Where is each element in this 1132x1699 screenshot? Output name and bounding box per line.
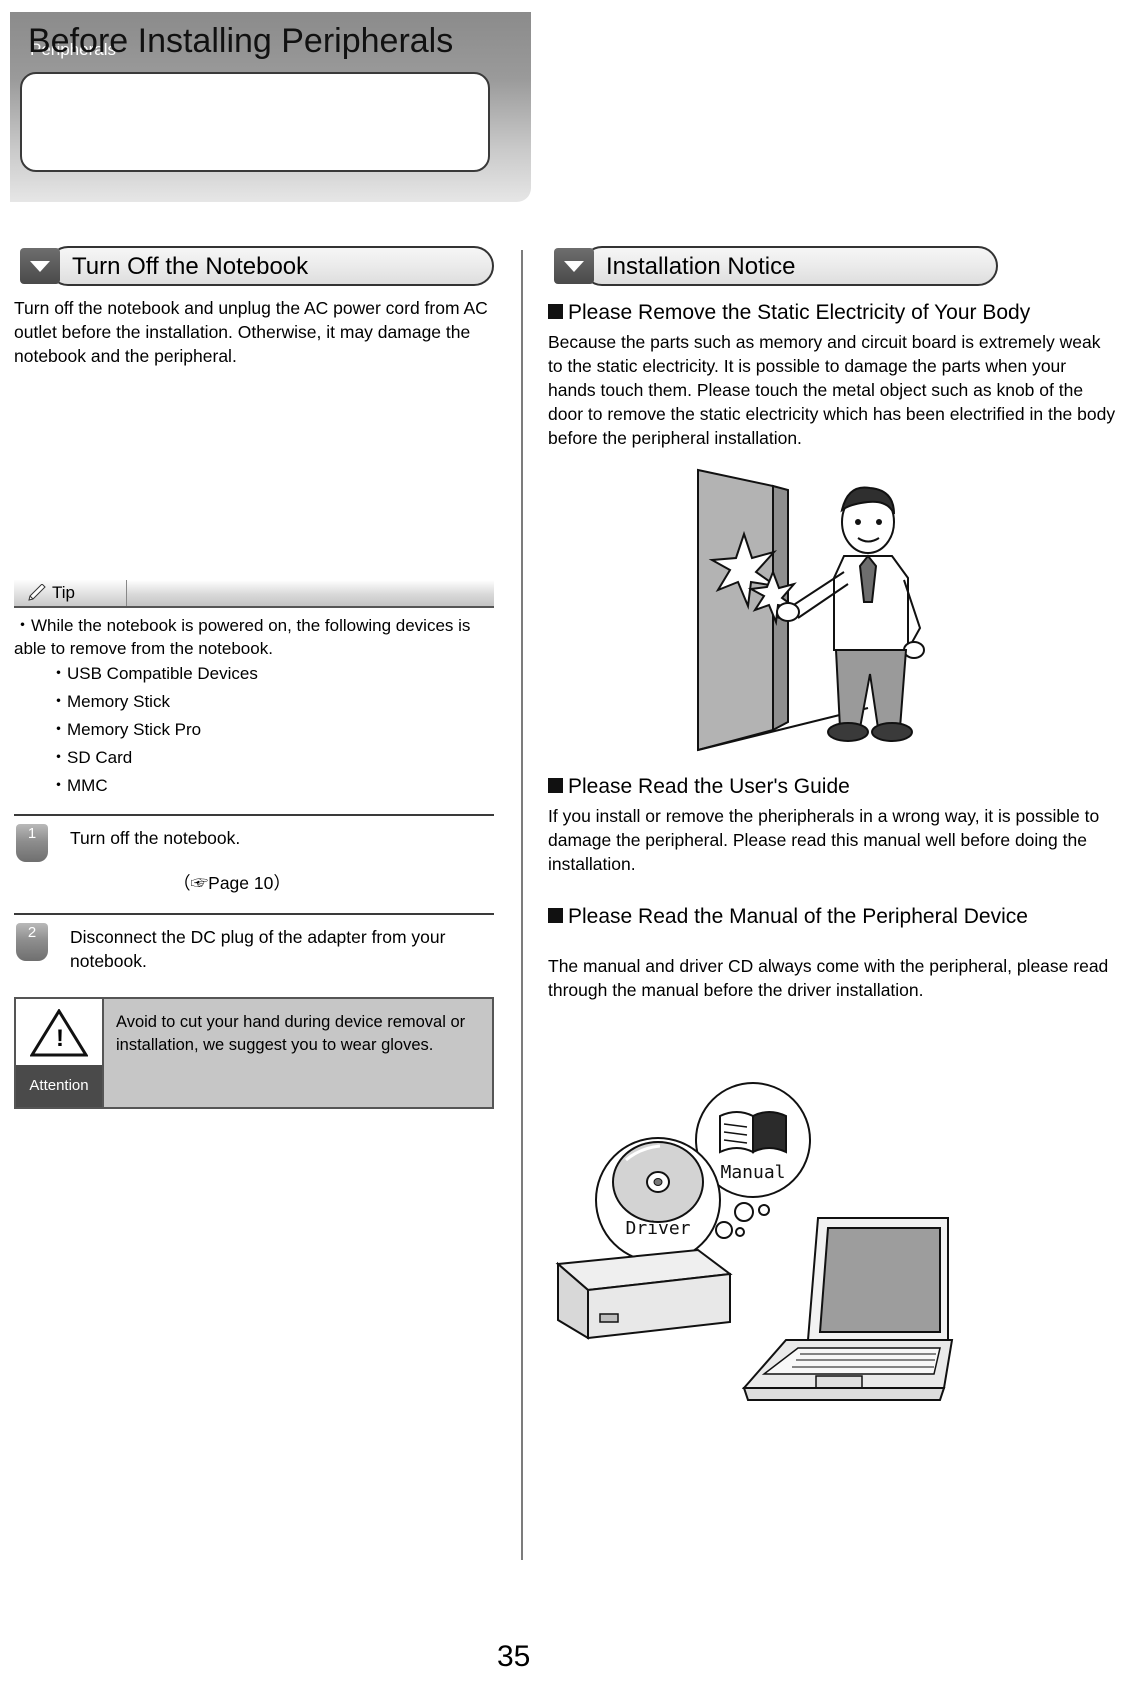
step-page-reference: （☞Page 10） (173, 873, 291, 893)
tip-main-line: ・While the notebook is powered on, the f… (14, 616, 471, 658)
list-item: ・USB Compatible Devices (50, 664, 258, 683)
step-text: Disconnect the DC plug of the adapter fr… (70, 927, 446, 971)
column-divider (521, 250, 523, 1560)
page-number: 35 (497, 1640, 531, 1673)
tip-device-list: ・USB Compatible Devices ・Memory Stick ・M… (14, 660, 494, 800)
bullet-square-icon (548, 304, 563, 319)
list-item: ・Memory Stick Pro (50, 720, 202, 739)
section-title-left: Turn Off the Notebook (72, 253, 309, 280)
section-header-installation-notice: Installation Notice (548, 246, 1118, 286)
subheading-text: Please Read the User's Guide (568, 775, 850, 798)
triangle-down-icon (554, 248, 594, 284)
static-discharge-illustration (697, 468, 925, 752)
subheading-text: Please Read the Manual of the Peripheral… (568, 905, 1028, 928)
left-column: Turn Off the Notebook Turn off the noteb… (14, 246, 494, 1109)
page-title: Before Installing Peripherals (28, 22, 454, 60)
subheading-peripheral-manual: Please Read the Manual of the Peripheral… (548, 904, 1118, 930)
tip-block: Tip ・While the notebook is powered on, t… (14, 580, 494, 800)
list-item: ・SD Card (50, 748, 133, 767)
subheading-text: Please Remove the Static Electricity of … (568, 301, 1031, 324)
svg-text:Manual: Manual (720, 1162, 785, 1183)
figure-driver-manual-devices: Manual Driver (548, 1082, 1118, 1412)
attention-box: ! Attention Avoid to cut your hand durin… (14, 997, 494, 1109)
attention-label: Attention (16, 1065, 102, 1107)
step-number-badge: 2 (16, 923, 48, 961)
section-header-turn-off: Turn Off the Notebook (14, 246, 494, 286)
step-text: Turn off the notebook. (70, 828, 241, 848)
step-1: 1 Turn off the notebook. （☞Page 10） (14, 816, 494, 899)
svg-text:Driver: Driver (625, 1218, 690, 1239)
list-item: ・Memory Stick (50, 692, 170, 711)
devices-illustration: Manual Driver (555, 1082, 954, 1401)
step-number-badge: 1 (16, 824, 48, 862)
tip-bar: Tip (14, 580, 494, 608)
subheading-static-electricity: Please Remove the Static Electricity of … (548, 300, 1118, 326)
triangle-down-icon (20, 248, 60, 284)
section-title-right: Installation Notice (606, 253, 796, 280)
list-item: ・MMC (50, 776, 108, 795)
pencil-icon (28, 584, 46, 601)
subheading-users-guide: Please Read the User's Guide (548, 774, 1118, 800)
tip-label: Tip (52, 583, 75, 602)
users-guide-text: If you install or remove the pheripheral… (548, 806, 1100, 874)
page-title-box (20, 72, 490, 172)
bullet-square-icon (548, 908, 563, 923)
step-2: 2 Disconnect the DC plug of the adapter … (14, 915, 494, 981)
right-column: Installation Notice Please Remove the St… (548, 246, 1118, 1412)
figure-static-discharge (548, 460, 1118, 760)
peripheral-manual-text: The manual and driver CD always come wit… (548, 956, 1109, 1000)
attention-text: Avoid to cut your hand during device rem… (116, 1013, 466, 1054)
turn-off-intro-text: Turn off the notebook and unplug the AC … (14, 298, 488, 366)
exclamation-mark-icon: ! (56, 1025, 64, 1052)
static-electricity-text: Because the parts such as memory and cir… (548, 332, 1116, 448)
bullet-square-icon (548, 778, 563, 793)
